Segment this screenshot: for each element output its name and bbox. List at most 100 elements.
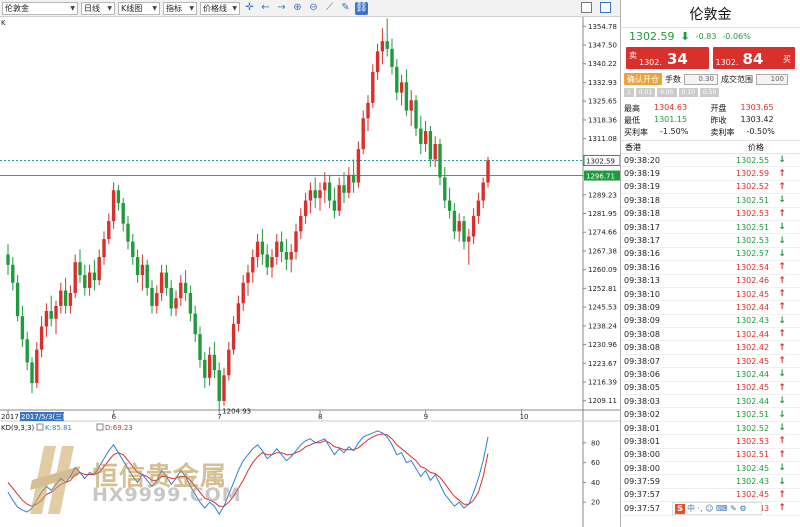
zoom-out-icon[interactable]: ⊖ — [307, 2, 320, 15]
tick-price: 1302.45 — [736, 356, 770, 366]
arrow-up-icon: ↑ — [778, 275, 786, 286]
pen-icon[interactable]: ✎ — [339, 2, 352, 15]
price-row: 1302.59 ⬇ -0.83 -0.06% — [621, 28, 800, 44]
price-line-select[interactable]: 价格线 ▼ — [200, 1, 240, 15]
tick-time: 09:38:03 — [624, 396, 660, 406]
buy-button[interactable]: 1302. 84 买 — [712, 47, 795, 69]
candle-body — [236, 303, 241, 324]
candle-body — [97, 257, 101, 281]
candle-body — [15, 282, 20, 317]
x-axis-label: 6 — [112, 413, 117, 421]
tick-price: 1302.51 — [736, 410, 770, 420]
candle-body — [289, 251, 293, 260]
candle-body — [356, 149, 361, 183]
candle-body — [270, 257, 274, 268]
chevron-down-icon: ▼ — [189, 4, 194, 12]
candle-body — [164, 272, 169, 288]
candle-body — [179, 282, 183, 299]
arrow-down-icon: ↓ — [778, 195, 786, 206]
tick-time: 09:38:02 — [624, 410, 660, 420]
tick-time: 09:38:09 — [624, 316, 660, 326]
y-tick-label: 1267.38 — [588, 247, 617, 255]
candle-body — [385, 41, 389, 49]
tick-row: 09:38:05 1302.45 ↑ — [621, 382, 800, 396]
y-tick-label: 1260.09 — [588, 266, 617, 274]
candle-body — [145, 264, 149, 288]
tick-row: 09:38:16 1302.57 ↓ — [621, 248, 800, 262]
watermark-logo: 恒信贵金属 HX9999.COM — [22, 436, 252, 518]
tick-row: 09:37:57 1302.45 ↑ — [621, 489, 800, 503]
high-value: 1304.63 — [654, 102, 688, 112]
arrow-up-icon: ↑ — [778, 262, 786, 273]
candle-body — [447, 200, 452, 211]
tick-row: 09:38:08 1302.44 ↑ — [621, 328, 800, 342]
lots-input[interactable]: 0.30 — [684, 73, 718, 85]
candle-body — [438, 143, 442, 178]
symbol-select[interactable]: 伦敦金 ▼ — [2, 1, 78, 15]
lot-chip[interactable]: 0.05 — [657, 87, 677, 97]
tick-price: 1302.45 — [736, 383, 770, 393]
arrow-right-icon[interactable]: → — [275, 2, 288, 15]
candle-body — [174, 298, 178, 309]
zoom-in-icon[interactable]: ⊕ — [291, 2, 304, 15]
tick-time: 09:38:08 — [624, 329, 660, 339]
draw-line-icon[interactable]: ⟋ — [323, 2, 336, 15]
tick-row: 09:38:18 1302.51 ↓ — [621, 194, 800, 208]
ticks-header-market: 香港 — [625, 142, 641, 152]
tick-time: 09:38:00 — [624, 463, 660, 473]
y-tick-label: 1274.66 — [588, 229, 617, 237]
tick-row: 09:38:00 1302.51 ↑ — [621, 449, 800, 462]
period-select[interactable]: 日线 ▼ — [81, 1, 115, 15]
logo-mark-icon — [30, 446, 80, 514]
kd-y-tick-label: 40 — [591, 479, 600, 487]
tick-row: 09:38:20 1302.55 ↓ — [621, 154, 800, 168]
arrow-down-icon: ↓ — [778, 463, 786, 474]
lot-chip[interactable]: 0.50 — [699, 87, 720, 97]
candle-body — [303, 200, 308, 216]
sell-price-main: 1302. — [639, 58, 662, 67]
top-axis-label: K — [1, 19, 6, 27]
candle-body — [150, 287, 154, 306]
trade-panel: 伦敦金 1302.59 ⬇ -0.83 -0.06% 卖 1302. 34 13… — [620, 0, 800, 527]
range-input[interactable]: 100 — [756, 73, 788, 85]
tick-price: 1302.45 — [736, 490, 770, 500]
candle-body — [68, 293, 73, 306]
lot-chip[interactable]: 0.01 — [635, 87, 656, 97]
arrow-down-icon: ↓ — [778, 248, 786, 259]
maximize-window-icon[interactable] — [600, 2, 611, 13]
restore-window-icon[interactable] — [581, 2, 592, 13]
candle-body — [428, 131, 433, 160]
candle-body — [279, 241, 284, 252]
arrow-down-icon: ⬇ — [680, 29, 690, 43]
arrow-down-icon: ↓ — [778, 315, 786, 326]
sell-button[interactable]: 卖 1302. 34 — [626, 47, 709, 69]
candle-body — [49, 311, 53, 319]
arrow-down-icon: ↓ — [778, 222, 786, 233]
confirm-open-button[interactable]: 确认开仓 — [624, 73, 662, 85]
tick-time: 09:38:17 — [624, 236, 660, 246]
open-label: 开盘 — [710, 103, 727, 113]
tick-price: 1302.53 — [736, 236, 770, 246]
chart-type-select[interactable]: K线图 ▼ — [118, 1, 160, 15]
ime-toolbar[interactable]: S 中 ·, ☺ ⌨ ✎ ⚙ — [672, 502, 762, 515]
indicator-select[interactable]: 指标 ▼ — [163, 1, 197, 15]
tick-time: 09:38:18 — [624, 209, 660, 219]
arrow-left-icon[interactable]: ← — [259, 2, 272, 15]
chevron-down-icon: ▼ — [70, 4, 75, 12]
crosshair-icon[interactable]: ✛ — [243, 2, 256, 15]
candle-body — [140, 264, 145, 276]
lot-chip[interactable]: 0.10 — [678, 87, 698, 97]
kd-y-tick-label: 80 — [591, 439, 600, 447]
current-price-tag: 1302.59 — [586, 157, 615, 165]
candle-body — [59, 290, 63, 306]
order-controls: 确认开仓 手数 0.30 成交范围 100 — [621, 72, 800, 86]
y-tick-label: 1347.50 — [588, 42, 617, 50]
candle-body — [44, 311, 49, 327]
y-tick-label: 1332.93 — [588, 79, 617, 87]
candle-body — [404, 82, 409, 111]
y-tick-label: 1230.96 — [588, 341, 617, 349]
tick-row: 09:38:01 1302.53 ↑ — [621, 435, 800, 449]
link-icon[interactable]: ⛓ — [355, 1, 368, 15]
lot-chip[interactable]: 1 — [624, 87, 634, 97]
tick-time: 09:38:00 — [624, 450, 660, 460]
